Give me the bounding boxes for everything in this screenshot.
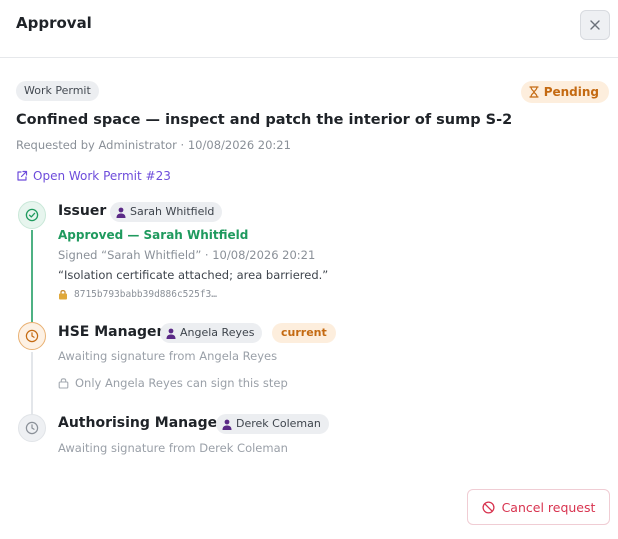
lock-icon <box>59 290 67 300</box>
hourglass-icon <box>529 86 539 98</box>
status-label: Pending <box>543 85 599 99</box>
clock-icon <box>25 329 39 343</box>
cancel-request-button[interactable]: Cancel request <box>467 489 610 525</box>
request-type-badge: Work Permit <box>16 81 99 101</box>
approved-status-text: Approved — Sarah Whitfield <box>58 228 249 242</box>
person-chip-hse-manager: Angela Reyes <box>160 323 263 343</box>
lock-icon <box>58 378 69 389</box>
open-work-permit-link[interactable]: Open Work Permit #23 <box>16 169 171 183</box>
sign-restriction-label: Only Angela Reyes can sign this step <box>75 376 288 390</box>
person-icon <box>116 207 126 218</box>
step-role-issuer: Issuer <box>58 203 107 219</box>
approval-comment: “Isolation certificate attached; area ba… <box>58 268 329 282</box>
awaiting-signature-text: Awaiting signature from Angela Reyes <box>58 349 278 363</box>
sign-restriction-notice: Only Angela Reyes can sign this step <box>58 376 288 390</box>
signature-hash: 8715b793babb39d886c525f3… <box>58 289 217 300</box>
cancel-request-label: Cancel request <box>501 499 596 515</box>
ban-icon <box>482 500 495 514</box>
check-circle-icon <box>25 208 39 222</box>
person-chip-label: Derek Coleman <box>236 417 321 430</box>
dialog-title: Approval <box>16 14 92 32</box>
request-title: Confined space — inspect and patch the i… <box>16 112 513 128</box>
step-status-pending <box>18 414 46 442</box>
person-icon <box>222 419 232 430</box>
clock-icon <box>25 421 39 435</box>
close-icon <box>590 20 600 30</box>
person-chip-authorising-manager: Derek Coleman <box>216 414 329 434</box>
open-link-label: Open Work Permit #23 <box>33 169 171 183</box>
awaiting-signature-text: Awaiting signature from Derek Coleman <box>58 441 288 455</box>
person-chip-label: Sarah Whitfield <box>130 205 215 218</box>
dialog-header: Approval <box>0 0 618 58</box>
timeline-connector <box>31 352 33 414</box>
step-status-approved <box>18 201 46 229</box>
status-badge: Pending <box>520 81 609 103</box>
person-chip-issuer: Sarah Whitfield <box>110 202 223 222</box>
person-icon <box>166 328 176 339</box>
current-step-badge: current <box>272 323 336 343</box>
person-chip-label: Angela Reyes <box>180 326 255 339</box>
signed-text: Signed “Sarah Whitfield” · 10/08/2026 20… <box>58 248 316 262</box>
request-meta: Requested by Administrator · 10/08/2026 … <box>16 138 291 152</box>
step-role-hse-manager: HSE Manager <box>58 324 164 340</box>
external-link-icon <box>17 170 28 181</box>
step-status-current <box>18 322 46 350</box>
step-role-authorising-manager: Authorising Manager <box>58 415 224 431</box>
hash-value: 8715b793babb39d886c525f3… <box>74 289 217 300</box>
timeline-connector-approved <box>31 230 33 322</box>
close-button[interactable] <box>580 10 610 40</box>
